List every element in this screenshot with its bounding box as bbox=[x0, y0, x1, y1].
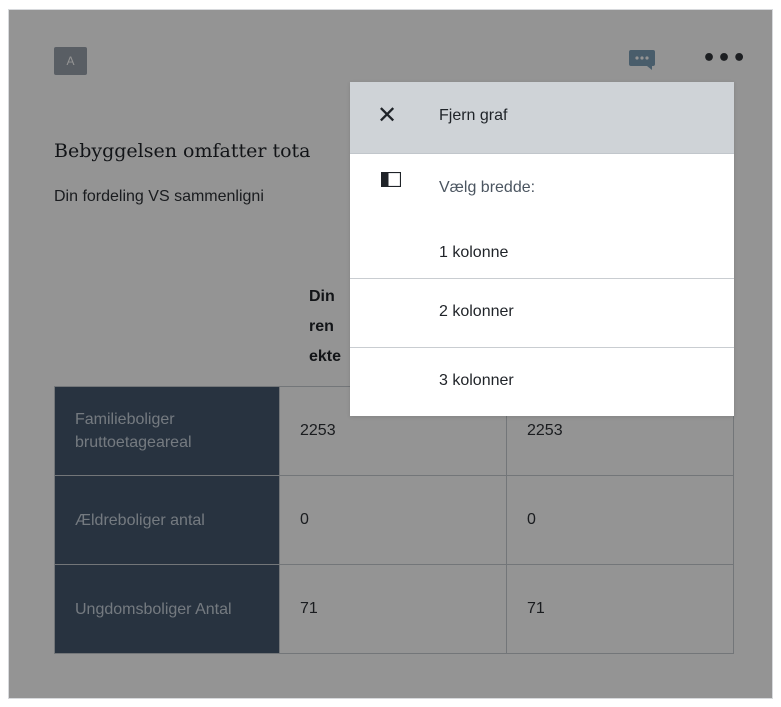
options-menu: ✕ Fjern graf Vælg bredde: 1 kolonne 2 ko… bbox=[350, 82, 734, 416]
menu-item-label: 3 kolonner bbox=[439, 372, 514, 389]
menu-item-label: 1 kolonne bbox=[439, 244, 509, 261]
menu-item-label: Vælg bredde: bbox=[439, 179, 536, 196]
column-width-icon bbox=[381, 172, 401, 187]
width-option-2-columns[interactable]: 2 kolonner bbox=[350, 279, 734, 348]
menu-item-label: 2 kolonner bbox=[439, 303, 514, 320]
remove-chart-menu-item[interactable]: ✕ Fjern graf bbox=[350, 82, 734, 154]
width-option-3-columns[interactable]: 3 kolonner bbox=[350, 348, 734, 416]
menu-item-label: Fjern graf bbox=[439, 107, 508, 124]
more-icon[interactable]: ••• bbox=[702, 48, 746, 70]
width-option-1-column[interactable]: 1 kolonne bbox=[350, 220, 734, 279]
choose-width-menu-item: Vælg bredde: bbox=[350, 154, 734, 220]
close-icon: ✕ bbox=[377, 102, 398, 129]
page: A Bebyggelsen omfatter tota Din fordelin… bbox=[0, 0, 781, 707]
widget-card: A Bebyggelsen omfatter tota Din fordelin… bbox=[8, 9, 773, 699]
